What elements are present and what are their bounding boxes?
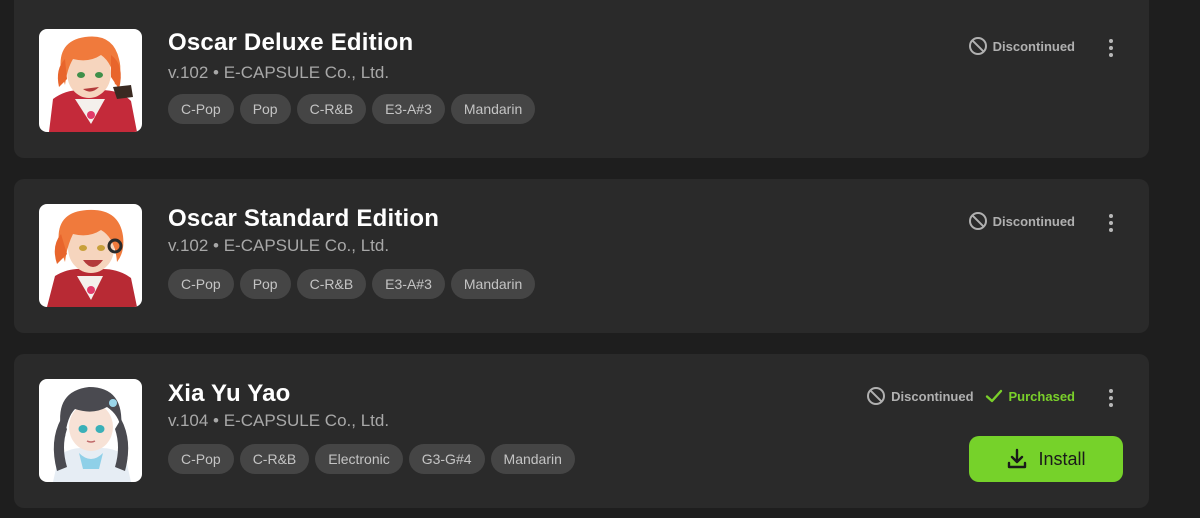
more-options-icon[interactable]	[1101, 386, 1121, 410]
orange-haired-boy-avatar	[39, 204, 142, 307]
voicebank-meta: v.104 • E-CAPSULE Co., Ltd.	[168, 411, 390, 430]
discontinued-label: Discontinued	[992, 213, 1075, 229]
discontinued-label: Discontinued	[891, 388, 974, 404]
purchased-status: Purchased	[984, 386, 1075, 406]
tag-list: C-Pop C-R&B Electronic G3-G#4 Mandarin	[168, 444, 575, 474]
voicebank-title: Oscar Deluxe Edition	[168, 29, 414, 56]
install-label: Install	[1038, 448, 1086, 469]
dark-haired-girl-avatar	[39, 379, 142, 482]
purchased-label: Purchased	[1008, 388, 1075, 404]
tag: C-Pop	[168, 444, 234, 474]
more-options-icon[interactable]	[1101, 211, 1121, 235]
tag: Mandarin	[450, 269, 536, 299]
tag: Electronic	[315, 444, 403, 474]
tag: C-R&B	[239, 444, 310, 474]
tag: Pop	[239, 269, 291, 299]
discontinued-status: Discontinued	[968, 211, 1075, 231]
status-group: Discontinued Purchased	[866, 386, 1075, 406]
tag-list: C-Pop Pop C-R&B E3-A#3 Mandarin	[168, 269, 536, 299]
download-icon	[1008, 448, 1027, 469]
tag: C-R&B	[296, 269, 367, 299]
discontinued-status: Discontinued	[866, 386, 974, 406]
voicebank-title: Xia Yu Yao	[168, 380, 291, 407]
voicebank-card[interactable]: Xia Yu Yao v.104 • E-CAPSULE Co., Ltd. C…	[14, 354, 1149, 508]
tag-list: C-Pop Pop C-R&B E3-A#3 Mandarin	[168, 94, 536, 124]
tag: Mandarin	[450, 94, 536, 124]
tag: C-Pop	[168, 94, 234, 124]
voicebank-title: Oscar Standard Edition	[168, 205, 440, 232]
status-group: Discontinued	[968, 36, 1075, 56]
install-button[interactable]: Install	[969, 436, 1123, 482]
prohibited-icon	[867, 387, 886, 405]
voicebank-list: Oscar Deluxe Edition v.102 • E-CAPSULE C…	[0, 0, 1200, 518]
status-group: Discontinued	[968, 211, 1075, 231]
prohibited-icon	[968, 212, 987, 230]
orange-haired-boy-avatar	[39, 29, 142, 132]
discontinued-status: Discontinued	[968, 36, 1075, 56]
tag: C-Pop	[168, 269, 234, 299]
voicebank-meta: v.102 • E-CAPSULE Co., Ltd.	[168, 236, 390, 255]
tag: E3-A#3	[372, 269, 445, 299]
tag: Mandarin	[490, 444, 575, 474]
checkmark-icon	[985, 389, 1002, 403]
tag: E3-A#3	[372, 94, 445, 124]
voicebank-card[interactable]: Oscar Deluxe Edition v.102 • E-CAPSULE C…	[14, 0, 1149, 158]
tag: Pop	[239, 94, 291, 124]
discontinued-label: Discontinued	[992, 38, 1075, 54]
prohibited-icon	[968, 37, 987, 55]
voicebank-meta: v.102 • E-CAPSULE Co., Ltd.	[168, 63, 390, 82]
tag: C-R&B	[296, 94, 367, 124]
tag: G3-G#4	[408, 444, 485, 474]
voicebank-card[interactable]: Oscar Standard Edition v.102 • E-CAPSULE…	[14, 179, 1149, 333]
more-options-icon[interactable]	[1101, 36, 1121, 60]
